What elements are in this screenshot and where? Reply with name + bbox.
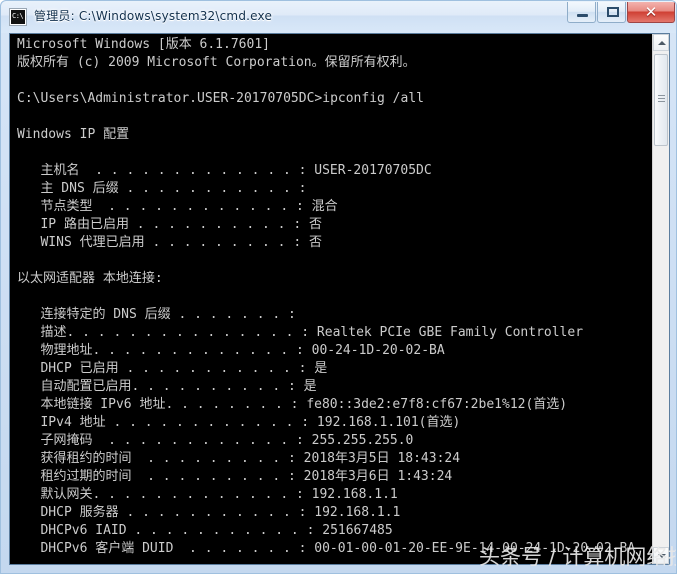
console-line: DHCP 已启用 . . . . . . . . . . . : 是 (17, 361, 328, 376)
cmd-icon-label: C:\ (11, 10, 25, 24)
console-line: 版权所有 (c) 2009 Microsoft Corporation。保留所有… (17, 55, 416, 70)
maximize-icon (607, 7, 619, 17)
console-line: 自动配置已启用. . . . . . . . . . : 是 (17, 379, 317, 394)
scroll-up-button[interactable] (653, 34, 669, 51)
titlebar[interactable]: C:\ 管理员: C:\Windows\system32\cmd.exe ✕ (1, 1, 676, 33)
console-line: 租约过期的时间 . . . . . . . . . : 2018年3月6日 1:… (17, 469, 453, 484)
console-line: 主 DNS 后缀 . . . . . . . . . . . : (17, 181, 307, 196)
grip-icon (658, 95, 665, 103)
console-line: 子网掩码 . . . . . . . . . . . . : 255.255.2… (17, 433, 414, 448)
chevron-up-icon (658, 41, 666, 45)
console-line: Microsoft Windows [版本 6.1.7601] (17, 37, 270, 52)
console-line: 描述. . . . . . . . . . . . . . . : Realte… (17, 325, 584, 340)
console-line: WINS 代理已启用 . . . . . . . . . : 否 (17, 235, 322, 250)
scrollbar-thumb[interactable] (654, 54, 668, 146)
console-line: 连接特定的 DNS 后缀 . . . . . . . : (17, 307, 296, 322)
minimize-button[interactable] (567, 2, 596, 23)
console-output[interactable]: Microsoft Windows [版本 6.1.7601] 版权所有 (c) … (10, 34, 652, 564)
console-line: 以太网适配器 本地连接: (17, 271, 163, 286)
maximize-button[interactable] (597, 2, 626, 23)
console-line: Windows IP 配置 (17, 127, 130, 142)
console-line: 物理地址. . . . . . . . . . . . . : 00-24-1D… (17, 343, 445, 358)
console-line: IP 路由已启用 . . . . . . . . . . : 否 (17, 217, 322, 232)
console-line: C:\Users\Administrator.USER-20170705DC>i… (17, 91, 424, 106)
close-icon: ✕ (644, 3, 658, 21)
console-scrollbar[interactable] (652, 34, 669, 564)
console-line: 本地链接 IPv6 地址. . . . . . . . : fe80::3de2… (17, 397, 568, 412)
console-line: 主机名 . . . . . . . . . . . . . : USER-201… (17, 163, 432, 178)
console-line: 获得租约的时间 . . . . . . . . . : 2018年3月5日 18… (17, 451, 461, 466)
scroll-down-button[interactable] (653, 547, 669, 564)
console-line: DHCPv6 客户端 DUID . . . . . . . : 00-01-00… (17, 541, 636, 556)
console-line: DHCP 服务器 . . . . . . . . . . . : 192.168… (17, 505, 401, 520)
console-client-area: Microsoft Windows [版本 6.1.7601] 版权所有 (c) … (9, 33, 670, 565)
console-line: 默认网关. . . . . . . . . . . . . : 192.168.… (17, 487, 398, 502)
console-line: IPv4 地址 . . . . . . . . . . . . : 192.16… (17, 415, 461, 430)
cmd-icon[interactable]: C:\ (9, 8, 27, 26)
cmd-window: C:\ 管理员: C:\Windows\system32\cmd.exe ✕ M… (0, 0, 677, 574)
window-controls: ✕ (566, 2, 675, 24)
console-line: 节点类型 . . . . . . . . . . . . : 混合 (17, 199, 338, 214)
minimize-icon (577, 14, 588, 17)
chevron-down-icon (658, 554, 666, 558)
console-line: DHCPv6 IAID . . . . . . . . . . . : 2516… (17, 523, 393, 538)
window-title: 管理员: C:\Windows\system32\cmd.exe (34, 9, 273, 23)
close-button[interactable]: ✕ (627, 2, 675, 23)
